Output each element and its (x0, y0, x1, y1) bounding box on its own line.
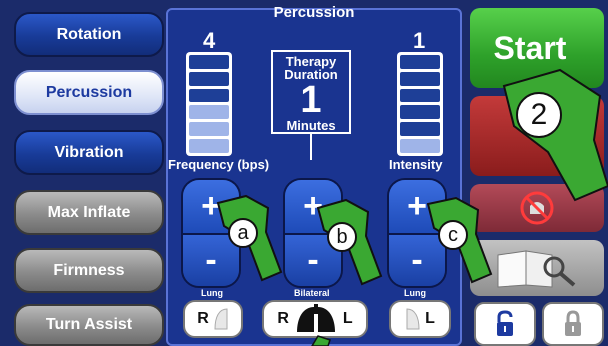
callout-2-badge: 2 (516, 92, 562, 138)
callout-a-badge: a (228, 218, 258, 248)
callout-c-badge: c (438, 220, 468, 250)
callout-a-text: a (237, 221, 249, 244)
callout-c-text: c (448, 223, 458, 246)
annotation-overlay (216, 68, 608, 346)
arrow-bottom (311, 335, 331, 346)
callout-b-text: b (336, 225, 348, 248)
arrow-2 (502, 68, 608, 202)
callout-2-text: 2 (530, 98, 548, 131)
callout-b-badge: b (327, 222, 357, 252)
